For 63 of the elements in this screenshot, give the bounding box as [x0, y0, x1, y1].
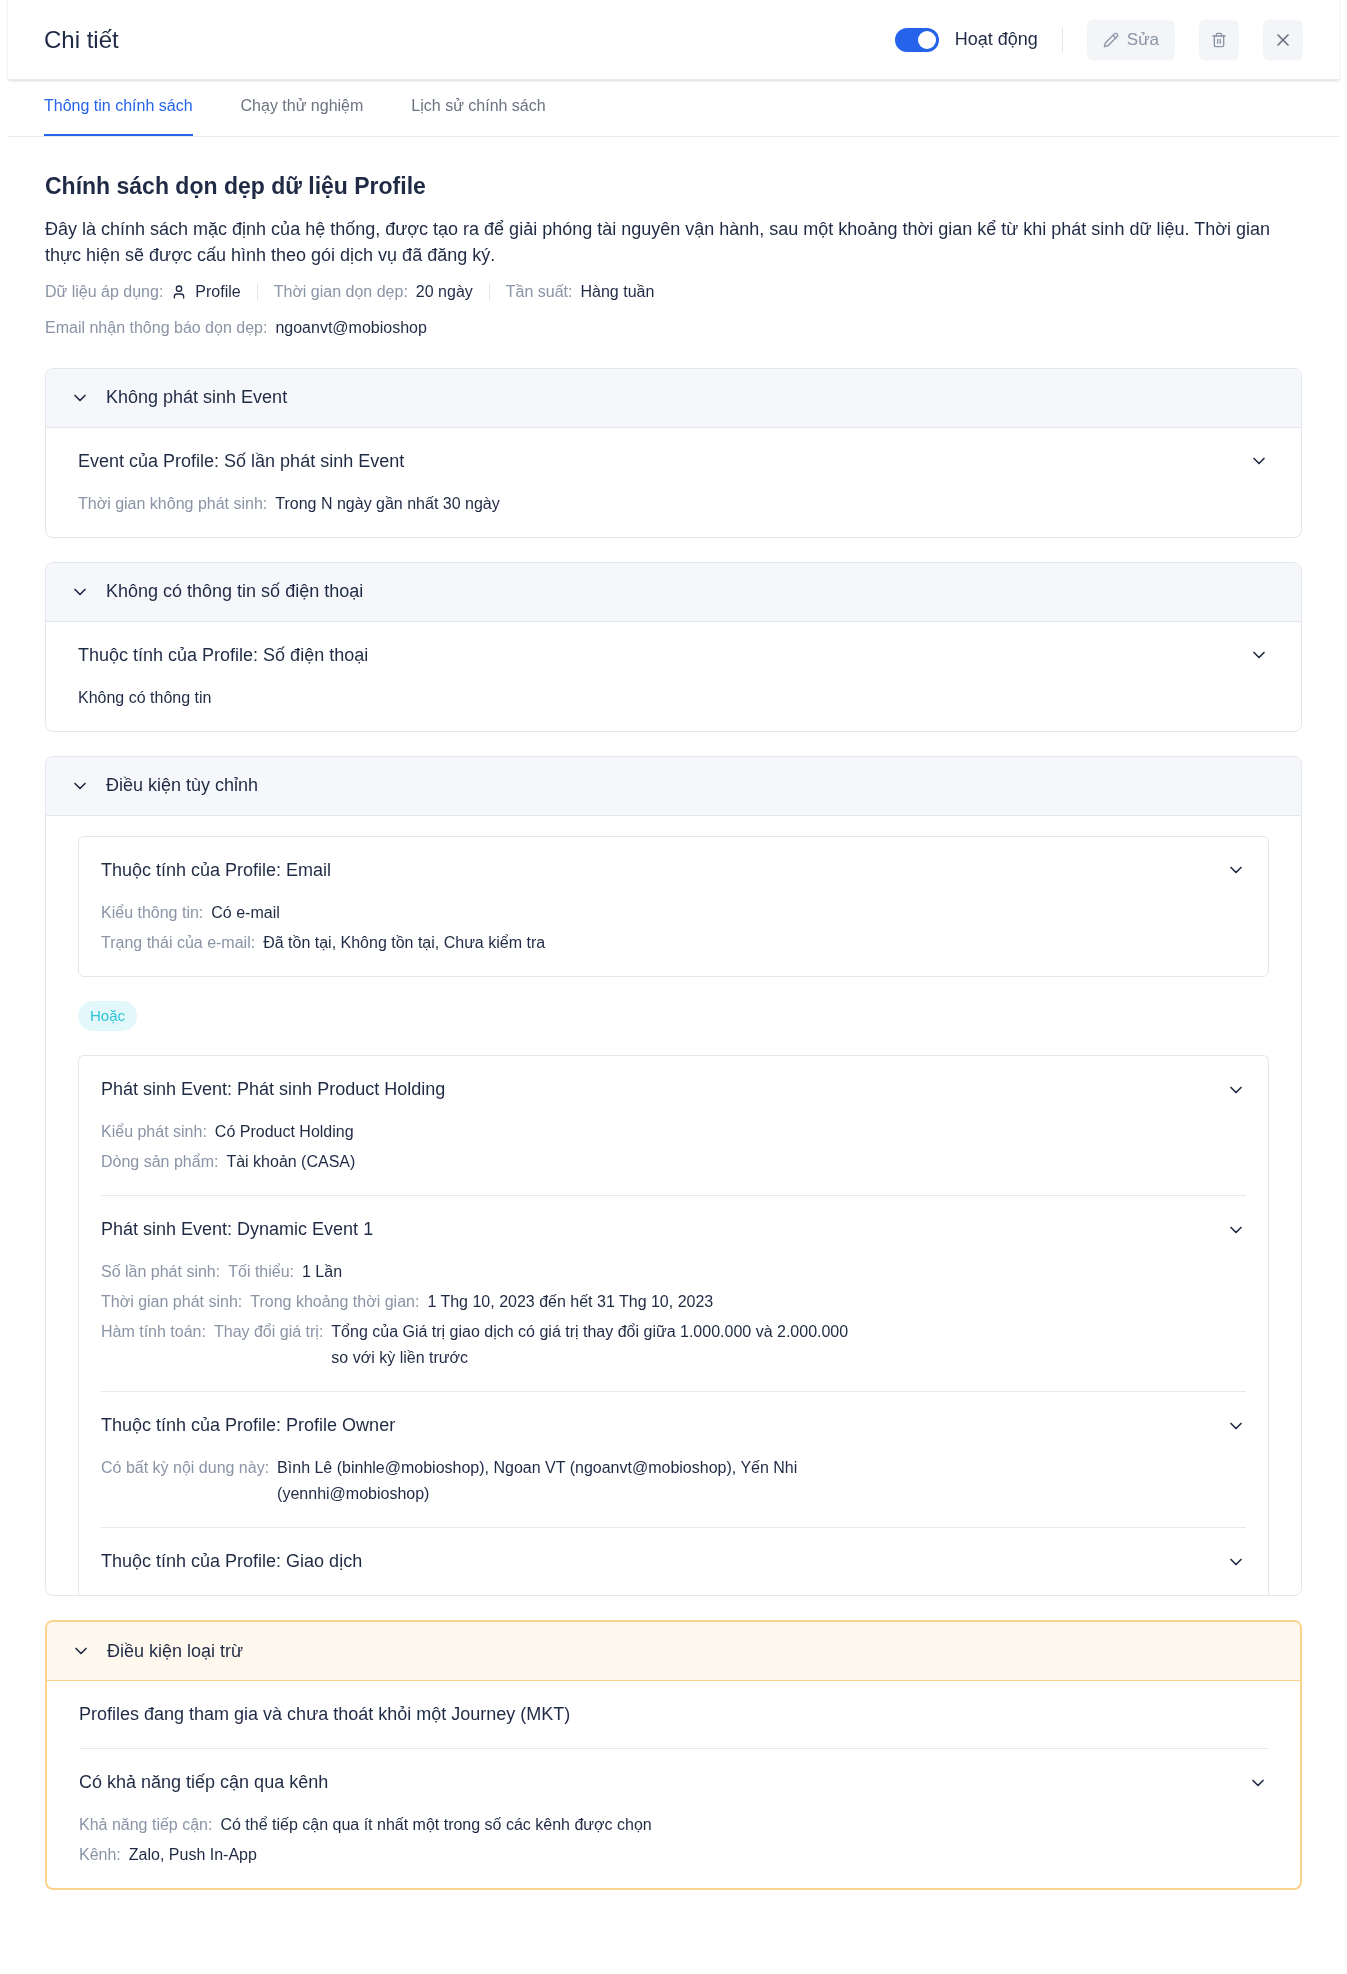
field-value: Không có thông tin [78, 687, 212, 708]
meta-value: 20 ngày [415, 281, 473, 302]
field-label: Kênh: [79, 1845, 121, 1865]
field-label: Kiểu thông tin: [101, 902, 204, 923]
field-label: Có bất kỳ nội dung này: [101, 1458, 270, 1478]
meta-label: Tần suất: [505, 281, 573, 302]
field-value: 1 Lần [302, 1262, 343, 1282]
field-label: Trạng thái của e-mail: [101, 932, 256, 953]
field-label: Kiểu phát sinh: [101, 1122, 207, 1142]
section-header[interactable]: Điều kiện loại trừ [47, 1622, 1300, 1681]
pencil-icon [1102, 31, 1119, 48]
status-toggle[interactable] [894, 27, 939, 52]
status-label: Hoạt động [954, 28, 1038, 51]
field-value: Có Product Holding [214, 1122, 354, 1142]
rule-title: Thuộc tính của Profile: Số điện thoại [78, 643, 369, 667]
field-value: Có thể tiếp cận qua ít nhất một trong số các kênh được chọn [220, 1815, 652, 1835]
field-value: Có e-mail [211, 902, 280, 923]
rule-title: Thuộc tính của Profile: Giao dịch [101, 1550, 363, 1573]
rule-title: Profiles đang tham gia và chưa thoát khỏi một Journey (MKT) [79, 1703, 571, 1726]
section-title: Không phát sinh Event [106, 386, 288, 409]
field-label: Hàm tính toán: [101, 1322, 206, 1342]
field-value: Tổng của Giá trị giao dịch có giá trị thay đổi giữa 1.000.000 và 2.000.000 so với kỳ liền trước [331, 1322, 850, 1368]
field-label: Thời gian không phát sinh: [78, 493, 268, 514]
section-header[interactable]: Không có thông tin số điện thoại [46, 562, 1301, 622]
meta-label: Email nhận thông báo dọn dẹp: [45, 317, 268, 338]
rule-title: Phát sinh Event: Dynamic Event 1 [101, 1218, 374, 1241]
field-value: Đã tồn tại, Không tồn tại, Chưa kiểm tra [263, 932, 546, 953]
field-qualifier: Tối thiểu: [228, 1262, 294, 1282]
meta-value: ngoanvt@mobioshop [275, 317, 427, 338]
section-header[interactable]: Không phát sinh Event [46, 368, 1301, 428]
field-value: Bình Lê (binhle@mobioshop), Ngoan VT (ngoanvt@mobioshop), Yến Nhi (yennhi@mobioshop) [277, 1458, 799, 1504]
tab[interactable]: Thông tin chính sách [44, 94, 193, 136]
field-value: Zalo, Push In-App [128, 1845, 257, 1865]
tab[interactable]: Lịch sử chính sách [411, 94, 546, 136]
rule-title: Thuộc tính của Profile: Email [101, 858, 332, 882]
field-value: Tài khoản (CASA) [226, 1152, 356, 1172]
field-label: Số lần phát sinh: [101, 1262, 221, 1282]
tab[interactable]: Chạy thử nghiệm [240, 94, 364, 136]
meta-value: Profile [195, 281, 241, 302]
field-value: 1 Thg 10, 2023 đến hết 31 Thg 10, 2023 [427, 1292, 714, 1312]
field-label: Khả năng tiếp cận: [79, 1815, 213, 1835]
field-qualifier: Thay đổi giá trị: [213, 1322, 324, 1342]
section-title: Không có thông tin số điện thoại [106, 580, 364, 603]
rule-title: Phát sinh Event: Phát sinh Product Holding [101, 1078, 446, 1101]
trash-icon [1211, 31, 1227, 48]
policy-description: Đây là chính sách mặc định của hệ thống, được tạo ra để giải phóng tài nguyên vận hành, sau một khoảng thời gian kể từ khi phát sinh dữ liệu. Thời gian thực hiện sẽ được cấu hình theo gói dịch vụ đã đăng ký. [45, 217, 1271, 267]
field-qualifier: Trong khoảng thời gian: [250, 1292, 420, 1312]
policy-title: Chính sách dọn dẹp dữ liệu Profile [45, 172, 427, 201]
rule-title: Event của Profile: Số lần phát sinh Event [78, 449, 405, 473]
section-title: Điều kiện tùy chỉnh [106, 774, 259, 797]
field-value: Trong N ngày gần nhất 30 ngày [275, 493, 500, 514]
rule-title: Thuộc tính của Profile: Profile Owner [101, 1414, 396, 1437]
delete-button[interactable] [1199, 19, 1239, 60]
section-title: Điều kiện loại trừ [107, 1639, 244, 1663]
meta-label: Dữ liệu áp dụng: [45, 281, 164, 302]
rule-title: Có khả năng tiếp cận qua kênh [79, 1771, 329, 1794]
meta-value: Hàng tuần [580, 281, 655, 302]
field-label: Thời gian phát sinh: [101, 1292, 243, 1312]
field-label: Dòng sản phẩm: [101, 1152, 219, 1172]
section-header[interactable]: Điều kiện tùy chỉnh [46, 756, 1301, 816]
meta-label: Thời gian dọn dẹp: [273, 281, 408, 302]
page-title: Chi tiết [44, 24, 119, 55]
operator-tag: Hoặc [78, 1000, 138, 1031]
